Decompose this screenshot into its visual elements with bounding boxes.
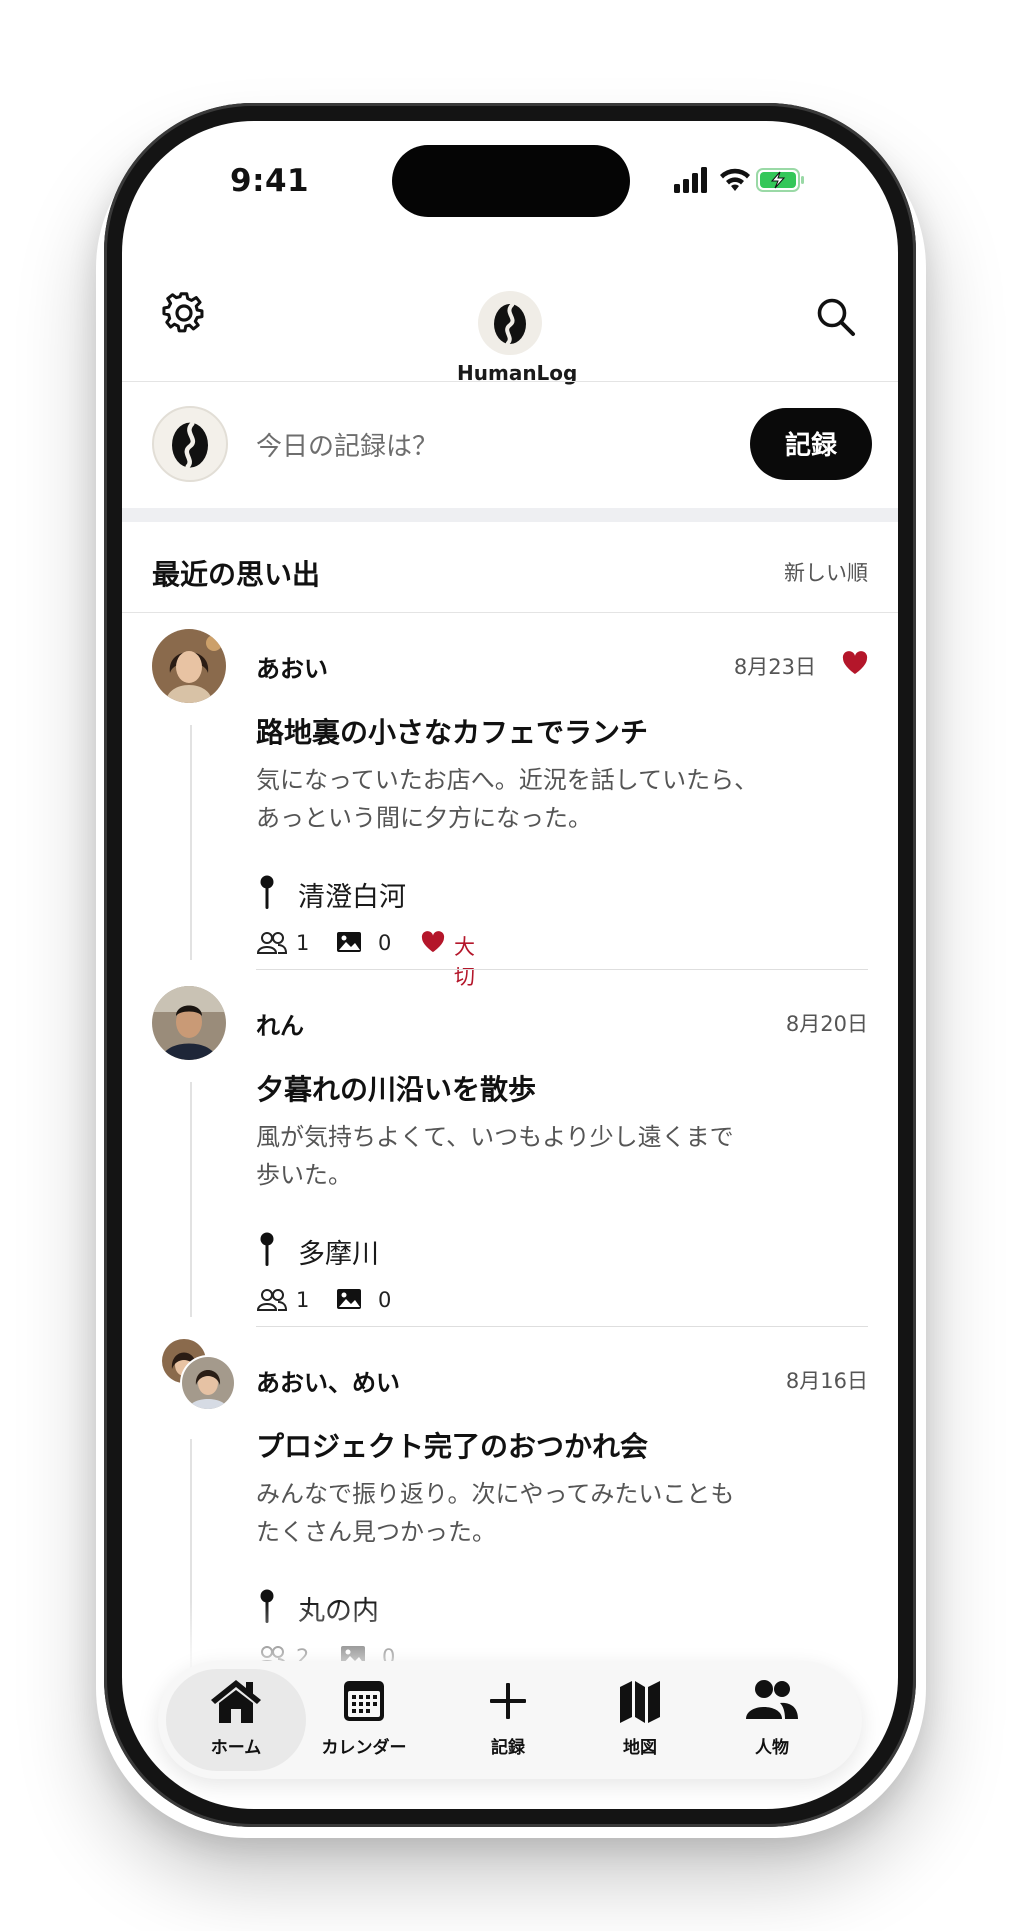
status-time: 9:41 [230, 163, 310, 199]
avatar[interactable] [152, 629, 226, 703]
post-title: 夕暮れの川沿いを散歩 [256, 1073, 537, 1106]
post-author[interactable]: れん [256, 1006, 304, 1041]
post-composer: 今日の記録は？ 記録 [122, 382, 898, 506]
memory-card[interactable]: れん 8月20日 夕暮れの川沿いを散歩 風が気持ちよくて、いつもより少し遠くまで… [122, 970, 898, 1327]
plus-icon [490, 1683, 526, 1719]
photo-icon [337, 932, 361, 952]
avatar[interactable] [152, 986, 226, 1060]
sort-toggle[interactable]: 新しい順 [784, 557, 868, 587]
post-location[interactable]: 多摩川 [298, 1232, 379, 1271]
tab-calendar[interactable]: カレンダー [294, 1669, 434, 1771]
wifi-icon [720, 168, 750, 191]
heart-icon[interactable] [842, 651, 868, 675]
post-date: 8月23日 [733, 655, 816, 679]
photo-count: 0 [378, 931, 392, 955]
settings-gear-icon[interactable] [162, 291, 206, 335]
people-outline-icon [256, 932, 288, 954]
people-outline-icon [256, 1289, 288, 1311]
home-icon [211, 1680, 261, 1723]
app-screen: 9:41 HumanLog 今日の記録は？ 記録 最近の思い出 新しい順 あおい… [122, 121, 898, 1809]
battery-charging-icon [756, 168, 804, 192]
post-body-line: あっという間に夕方になった。 [256, 804, 592, 832]
phone-frame: 9:41 HumanLog 今日の記録は？ 記録 最近の思い出 新しい順 あおい… [104, 103, 916, 1827]
post-body-line: 気になっていたお店へ。近況を話していたら、 [256, 766, 759, 794]
post-date: 8月20日 [785, 1012, 868, 1036]
avatar-photo-icon [162, 1339, 236, 1411]
user-avatar[interactable] [152, 406, 228, 482]
avatar-photo-icon [152, 986, 226, 1060]
post-title: プロジェクト完了のおつかれ会 [256, 1430, 649, 1463]
photo-count: 0 [378, 1288, 392, 1312]
heart-icon [421, 931, 445, 953]
tab-label: 人物 [755, 1738, 789, 1758]
people-count: 1 [296, 1288, 310, 1312]
tab-label: 記録 [491, 1738, 525, 1758]
location-pin-icon [260, 1232, 274, 1266]
section-title: 最近の思い出 [152, 558, 321, 591]
post-body: みんなで振り返り。次にやってみたいことも たくさん見つかった。 [256, 1475, 816, 1551]
post-body: 風が気持ちよくて、いつもより少し遠くまで 歩いた。 [256, 1118, 816, 1194]
group-avatar[interactable] [160, 1337, 240, 1417]
tab-label: カレンダー [321, 1738, 407, 1758]
app-logo: HumanLog [457, 291, 577, 385]
post-body-line: 歩いた。 [256, 1161, 352, 1189]
thread-line [190, 725, 192, 960]
location-pin-icon [260, 875, 274, 909]
post-date: 8月16日 [785, 1369, 868, 1393]
humanlog-logo-icon [494, 303, 526, 345]
tab-home[interactable]: ホーム [166, 1669, 306, 1771]
tab-record[interactable]: 記録 [438, 1669, 578, 1771]
post-author[interactable]: あおい、めい [256, 1363, 400, 1398]
tab-people[interactable]: 人物 [702, 1669, 842, 1771]
tab-label: ホーム [210, 1738, 262, 1758]
search-icon[interactable] [814, 295, 858, 339]
post-author[interactable]: あおい [256, 649, 328, 684]
composer-input[interactable]: 今日の記録は？ [256, 426, 438, 463]
post-body: 気になっていたお店へ。近況を話していたら、 あっという間に夕方になった。 [256, 761, 816, 837]
post-title: 路地裏の小さなカフェでランチ [256, 716, 649, 749]
memory-card[interactable]: あおい 8月23日 路地裏の小さなカフェでランチ 気になっていたお店へ。近況を話… [122, 613, 898, 989]
people-count: 1 [296, 931, 310, 955]
tab-label: 地図 [623, 1738, 657, 1758]
people-icon [746, 1680, 798, 1719]
bottom-tab-bar: ホーム カレンダー 記録 地図 人物 [158, 1661, 862, 1779]
humanlog-logo-icon [172, 421, 208, 469]
photo-icon [337, 1289, 361, 1309]
dynamic-island [392, 145, 630, 217]
calendar-icon [344, 1681, 384, 1721]
thread-line [190, 1082, 192, 1317]
post-body-line: 風が気持ちよくて、いつもより少し遠くまで [256, 1123, 734, 1151]
post-location[interactable]: 清澄白河 [298, 875, 406, 914]
post-body-line: たくさん見つかった。 [256, 1518, 496, 1546]
memory-feed: あおい 8月23日 路地裏の小さなカフェでランチ 気になっていたお店へ。近況を話… [122, 613, 898, 1684]
post-body-line: みんなで振り返り。次にやってみたいことも [256, 1480, 735, 1508]
section-header: 最近の思い出 新しい順 [122, 523, 898, 613]
avatar-photo-icon [152, 629, 226, 703]
record-button[interactable]: 記録 [750, 408, 872, 480]
logo-mark [478, 291, 542, 355]
top-app-bar: HumanLog [122, 261, 898, 385]
tab-map[interactable]: 地図 [570, 1669, 710, 1771]
map-icon [620, 1681, 660, 1723]
section-separator-band [122, 508, 898, 522]
signal-icon [674, 167, 707, 193]
